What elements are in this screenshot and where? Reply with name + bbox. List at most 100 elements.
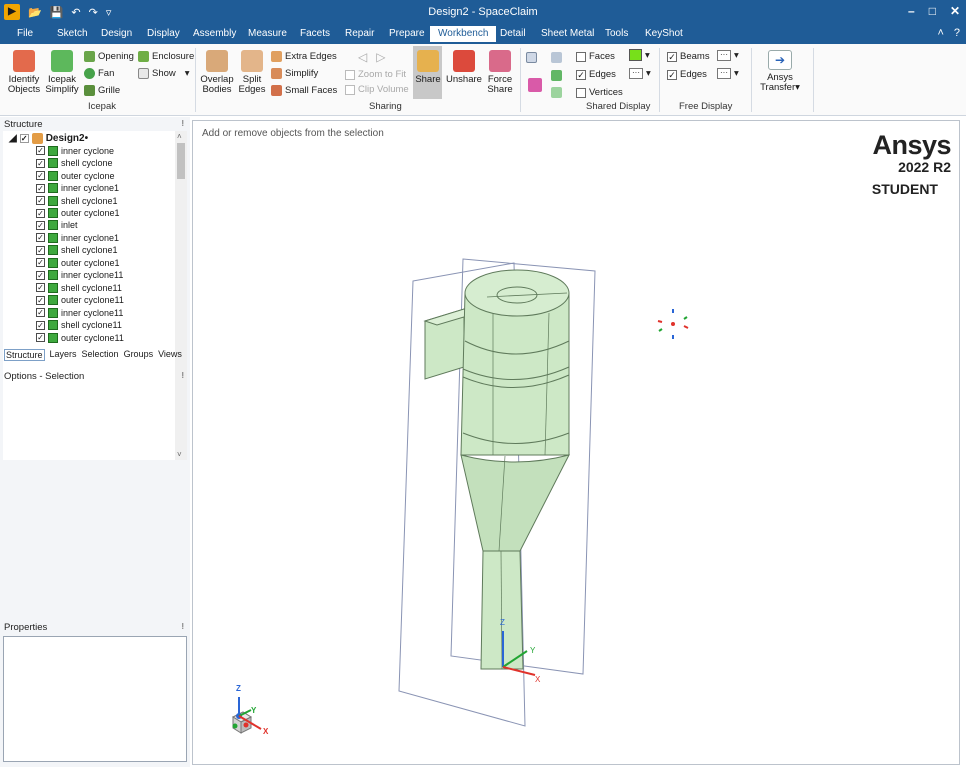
grille-button[interactable]: Grille [84,85,120,96]
visibility-checkbox[interactable]: ✓ [36,283,45,293]
free-edges-checkbox[interactable]: ✓ Edges [667,69,707,80]
opening-button[interactable]: Opening [84,51,134,62]
visibility-checkbox[interactable]: ✓ [36,308,45,318]
maximize-icon[interactable]: □ [929,4,936,18]
edges-checkbox[interactable]: ✓ Edges [576,69,616,80]
tree-item[interactable]: ✓ outer cyclone11 [36,331,124,343]
tree-item[interactable]: ✓ inner cyclone1 [36,232,119,244]
ansys-transfer-button[interactable]: ➔ Ansys Transfer▾ [758,50,802,93]
show-dropdown[interactable]: Show ▾ [138,68,190,79]
menu-assembly[interactable]: Assembly [193,28,236,39]
visibility-checkbox[interactable]: ✓ [36,220,45,230]
icepak-simplify-button[interactable]: Icepak Simplify [44,50,80,95]
scrollbar[interactable]: ˄ ˅ [175,131,187,460]
help-icon[interactable]: ? [954,27,960,39]
tree-item[interactable]: ✓ outer cyclone1 [36,257,120,269]
structure-tree[interactable]: ◢ ✓ Design2• ✓ inner cyclone ✓ shell cyclon… [3,131,187,460]
shared-display-icon[interactable] [551,70,562,81]
visibility-checkbox[interactable]: ✓ [36,270,45,280]
force-share-button[interactable]: Force Share [484,50,516,95]
design-viewport[interactable]: Add or remove objects from the selection… [192,120,960,765]
tab-layers[interactable]: Layers [50,349,77,361]
view-triad-icon[interactable]: Z Y X [221,681,281,741]
menu-keyshot[interactable]: KeyShot [645,28,683,39]
close-icon[interactable]: ✕ [950,4,960,18]
tree-item[interactable]: ✓ shell cyclone1 [36,194,118,206]
spin-center-icon[interactable] [653,304,693,344]
cyclone-model[interactable]: Z Y X [193,121,959,764]
visibility-checkbox[interactable]: ✓ [36,333,45,343]
visibility-checkbox[interactable]: ✓ [36,208,45,218]
zoom-to-fit-checkbox[interactable]: Zoom to Fit [345,69,406,80]
color-cube-icon[interactable] [528,78,542,92]
enclosure-button[interactable]: Enclosure [138,51,194,62]
visibility-checkbox[interactable]: ✓ [36,196,45,206]
cyclone-cone[interactable] [460,454,570,552]
collapse-icon[interactable]: ◢ [9,133,17,144]
simplify-button[interactable]: Simplify [271,68,318,79]
tree-item[interactable]: ✓ shell cyclone11 [36,319,122,331]
tree-item[interactable]: ✓ shell cyclone [36,157,113,169]
tree-item[interactable]: ✓ inlet [36,219,78,231]
tree-item[interactable]: ✓ inner cyclone [36,145,114,157]
link-icon[interactable] [551,52,562,63]
share-button[interactable]: Share [414,50,442,85]
tree-item[interactable]: ✓ inner cyclone1 [36,182,119,194]
tree-item[interactable]: ✓ shell cyclone1 [36,244,118,256]
visibility-checkbox[interactable]: ✓ [36,258,45,268]
visibility-checkbox[interactable]: ✓ [36,158,45,168]
visibility-checkbox[interactable]: ✓ [36,245,45,255]
overlap-bodies-button[interactable]: Overlap Bodies [199,50,235,95]
small-faces-button[interactable]: Small Faces [271,85,337,96]
sharing-nav-arrows[interactable]: ◁ ▷ [358,50,385,64]
face-color-dropdown[interactable]: ▾ [629,49,650,61]
tab-structure[interactable]: Structure [4,349,45,361]
edge-style-dropdown[interactable]: ··· ▾ [629,68,651,79]
tree-item[interactable]: ✓ inner cyclone11 [36,269,123,281]
menu-sketch[interactable]: Sketch [57,28,88,39]
pin-icon[interactable]: ⵑ [182,119,184,128]
extra-edges-button[interactable]: Extra Edges [271,51,337,62]
tree-item[interactable]: ✓ outer cyclone11 [36,294,124,306]
pin-icon[interactable]: ⵑ [182,622,184,631]
visibility-checkbox[interactable]: ✓ [36,295,45,305]
menu-prepare[interactable]: Prepare [389,28,425,39]
cyclone-top-face[interactable] [464,269,570,317]
tree-item[interactable]: ✓ outer cyclone1 [36,207,120,219]
tree-item[interactable]: ✓ shell cyclone11 [36,282,122,294]
menu-detail[interactable]: Detail [500,28,526,39]
menu-display[interactable]: Display [147,28,180,39]
minimize-icon[interactable]: – [908,4,915,18]
scroll-down-icon[interactable]: ˅ [177,450,182,459]
vertices-checkbox[interactable]: Vertices [576,87,623,98]
faces-checkbox[interactable]: Faces [576,51,615,62]
menu-design[interactable]: Design [101,28,132,39]
next-icon[interactable]: ▷ [376,50,385,64]
visibility-checkbox[interactable]: ✓ [36,171,45,181]
identify-objects-button[interactable]: Identify Objects [6,50,42,95]
tree-item[interactable]: ✓ outer cyclone [36,170,115,182]
clip-volume-checkbox[interactable]: Clip Volume [345,84,409,95]
menu-measure[interactable]: Measure [248,28,287,39]
free-display-icon[interactable] [551,87,562,98]
tree-display-icon[interactable] [526,52,537,63]
visibility-checkbox[interactable]: ✓ [36,146,45,156]
free-edges-style-dropdown[interactable]: ··· ▾ [717,68,739,79]
visibility-checkbox[interactable]: ✓ [36,320,45,330]
tab-groups[interactable]: Groups [124,349,154,361]
visibility-checkbox[interactable]: ✓ [36,233,45,243]
beams-style-dropdown[interactable]: ··· ▾ [717,50,739,61]
beams-checkbox[interactable]: ✓ Beams [667,51,710,62]
menu-file[interactable]: File [17,28,33,39]
tree-item[interactable]: ✓ inner cyclone11 [36,306,123,318]
split-edges-button[interactable]: Split Edges [237,50,267,95]
menu-repair[interactable]: Repair [345,28,374,39]
menu-workbench[interactable]: Workbench [430,26,497,42]
scroll-up-icon[interactable]: ˄ [177,132,182,141]
menu-facets[interactable]: Facets [300,28,330,39]
tab-selection[interactable]: Selection [82,349,119,361]
scroll-thumb[interactable] [177,143,185,179]
previous-icon[interactable]: ◁ [358,50,367,64]
tree-root[interactable]: ◢ ✓ Design2• [9,132,88,144]
menu-tools[interactable]: Tools [605,28,628,39]
